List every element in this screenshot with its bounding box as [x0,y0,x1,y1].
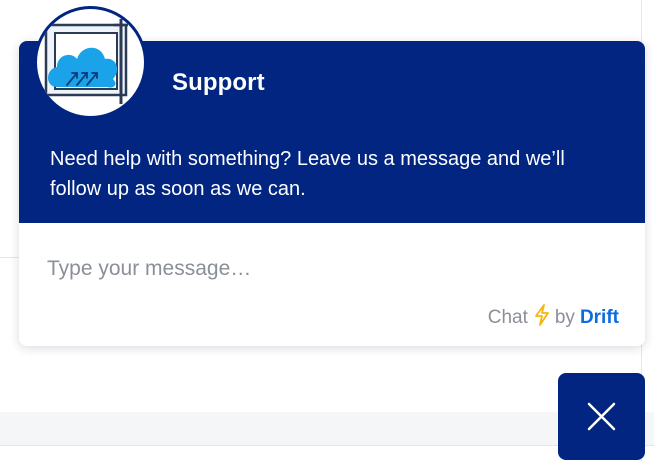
page-divider [0,445,654,446]
page-footer-band [0,412,654,445]
welcome-message: Need help with something? Leave us a mes… [50,148,565,200]
chat-close-button[interactable] [558,373,645,460]
page-divider [0,257,20,258]
page: Support Need help with something? Leave … [0,0,654,461]
cloud-upload-icon [37,9,144,116]
lightning-bolt-icon [534,304,550,332]
chat-title: Support [172,69,265,96]
powered-by-prefix: Chat [487,307,528,328]
message-input[interactable] [47,244,617,294]
avatar [34,6,147,119]
powered-by-by: by [554,307,575,328]
powered-by-link[interactable]: Chat by Drift [488,304,619,332]
powered-by-brand: Drift [579,307,619,328]
